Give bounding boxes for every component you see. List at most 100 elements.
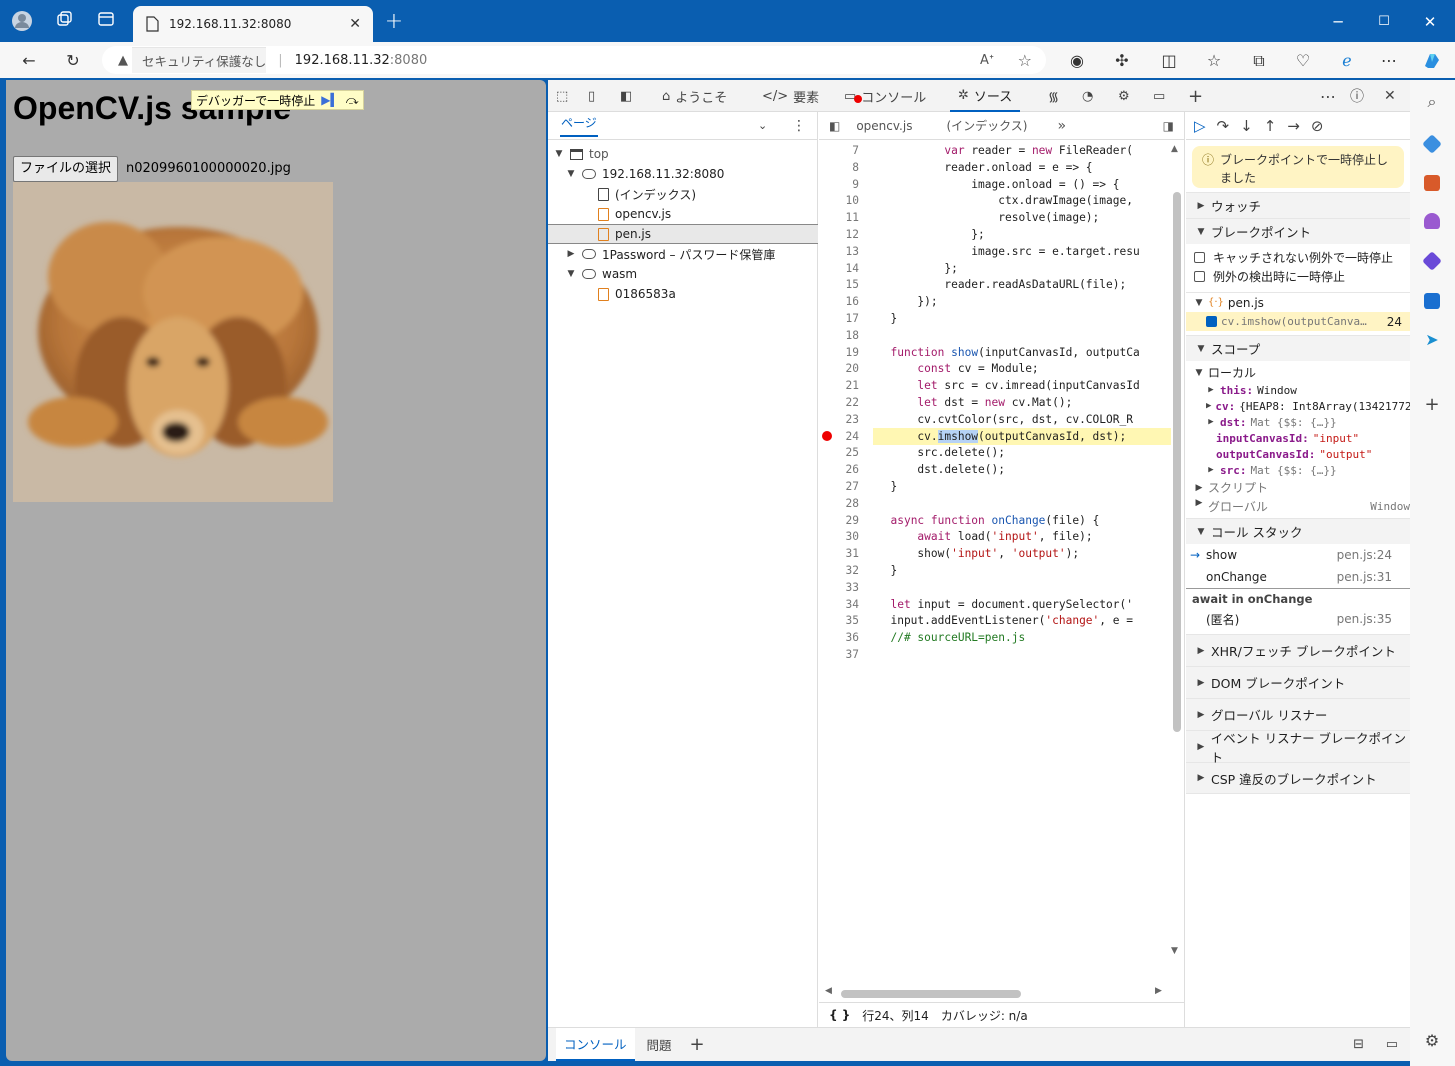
settings-gear-icon[interactable]: ⚙ [1118, 80, 1130, 112]
section-event-listener-breakpoints[interactable]: ▶ イベント リスナー ブレークポイント [1186, 730, 1410, 765]
toggle-debugger-icon[interactable]: ◨ [1163, 119, 1174, 133]
scope-var-output[interactable]: outputCanvasId: "output" [1186, 446, 1410, 462]
line-number[interactable]: 35 [819, 612, 859, 629]
scope-var-dst[interactable]: ▶ dst: Mat {$$: {…}} [1186, 414, 1410, 430]
inspect-element-icon[interactable]: ⬚ [556, 80, 568, 112]
navigator-more-icon[interactable]: ⋮ [792, 118, 806, 134]
close-devtools-icon[interactable]: ✕ [1384, 80, 1396, 112]
tab-welcome[interactable]: ⌂ ようこそ [662, 80, 727, 112]
breakpoint-entry[interactable]: cv.imshow(outputCanva… 24 [1186, 312, 1410, 331]
copilot-icon[interactable] [1421, 50, 1443, 72]
uncaught-checkbox[interactable] [1194, 252, 1205, 263]
new-tab-icon[interactable]: + [382, 10, 406, 34]
line-number[interactable]: 11 [819, 209, 859, 226]
profile-avatar-icon[interactable] [10, 10, 34, 34]
section-csp-breakpoints[interactable]: ▶ CSP 違反のブレークポイント [1186, 762, 1410, 794]
line-number[interactable]: 8 [819, 159, 859, 176]
browser-essentials-icon[interactable]: ♡ [1292, 50, 1314, 72]
line-number[interactable]: 18 [819, 327, 859, 344]
line-number[interactable]: 16 [819, 293, 859, 310]
caught-checkbox[interactable] [1194, 271, 1205, 282]
line-number[interactable]: 25 [819, 444, 859, 461]
dock-side-icon[interactable]: ◧ [620, 80, 632, 112]
editor-tab-opencv[interactable]: opencv.js [856, 119, 912, 133]
scroll-up-icon[interactable]: ▲ [1171, 144, 1178, 154]
devtools-more-icon[interactable]: ⋯ [1320, 80, 1336, 112]
scope-local[interactable]: ▼ ローカル [1186, 363, 1410, 382]
breakpoint-file[interactable]: ▼ {·} pen.js [1186, 292, 1410, 312]
section-breakpoints[interactable]: ▼ ブレークポイント [1186, 218, 1410, 244]
breakpoint-checkbox[interactable] [1206, 316, 1217, 327]
section-dom-breakpoints[interactable]: ▶ DOM ブレークポイント [1186, 666, 1410, 698]
pretty-print-icon[interactable]: { } [829, 1008, 850, 1022]
scope-global[interactable]: ▶ グローバル Window [1186, 497, 1410, 516]
line-number[interactable]: 17 [819, 310, 859, 327]
file-select-button[interactable]: ファイルの選択 [13, 156, 119, 182]
add-sidebar-app-icon[interactable]: + [1422, 394, 1442, 415]
line-number[interactable]: 33 [819, 579, 859, 596]
line-number[interactable]: 31 [819, 545, 859, 562]
drawer-tab-console[interactable]: コンソール [556, 1028, 635, 1061]
browser-tab[interactable]: 192.168.11.32:8080 ✕ [133, 6, 373, 42]
extensions-icon[interactable]: ✣ [1111, 50, 1133, 72]
tree-item-pen[interactable]: pen.js [548, 224, 818, 244]
line-number[interactable]: 24 [819, 428, 859, 445]
line-number[interactable]: 21 [819, 377, 859, 394]
tree-item-host[interactable]: ▼ 192.168.11.32:8080 [548, 164, 818, 184]
scroll-down-icon[interactable]: ▼ [1171, 946, 1178, 956]
line-number[interactable]: 14 [819, 260, 859, 277]
send-icon[interactable]: ➤ [1422, 330, 1442, 350]
toggle-drawer-icon[interactable]: ▭ [1386, 1037, 1398, 1052]
tab-elements[interactable]: </> 要素 [762, 80, 819, 112]
line-number[interactable]: 28 [819, 495, 859, 512]
application-icon[interactable]: ▭ [1153, 80, 1165, 112]
line-number[interactable]: 12 [819, 226, 859, 243]
more-tabs-icon[interactable]: » [1057, 118, 1066, 134]
callstack-frame-anonymous[interactable]: (匿名) pen.js:35 [1186, 608, 1410, 630]
resume-script-icon[interactable]: ▷ [1194, 117, 1206, 135]
workspaces-icon[interactable] [52, 10, 76, 34]
line-number[interactable]: 32 [819, 562, 859, 579]
dock-drawer-icon[interactable]: ⊟ [1353, 1037, 1364, 1052]
refresh-icon[interactable]: ↻ [62, 50, 84, 72]
line-number[interactable]: 9 [819, 176, 859, 193]
step-out-icon[interactable]: ↑ [1264, 117, 1277, 135]
line-number[interactable]: 26 [819, 461, 859, 478]
step-into-icon[interactable]: ↓ [1240, 117, 1253, 135]
pause-uncaught-option[interactable]: キャッチされない例外で一時停止 [1186, 248, 1410, 267]
scope-var-input[interactable]: inputCanvasId: "input" [1186, 430, 1410, 446]
section-global-listeners[interactable]: ▶ グローバル リスナー [1186, 698, 1410, 730]
favorites-icon[interactable]: ☆ [1203, 50, 1225, 72]
add-drawer-tab-icon[interactable]: + [690, 1034, 705, 1055]
maximize-icon[interactable]: ☐ [1372, 10, 1396, 34]
tree-item-top[interactable]: ▼ top [548, 144, 818, 164]
scope-var-cv[interactable]: ▶ cv: {HEAP8: Int8Array(13421772 [1186, 398, 1410, 414]
games-icon[interactable] [1424, 213, 1440, 229]
line-number[interactable]: 34 [819, 596, 859, 613]
scope-var-src[interactable]: ▶ src: Mat {$$: {…}} [1186, 462, 1410, 478]
step-icon[interactable]: → [1287, 117, 1300, 135]
edge-icon[interactable]: ℯ [1336, 50, 1358, 72]
performance-icon[interactable]: ◔ [1082, 80, 1093, 112]
search-icon[interactable]: ⌕ [1422, 92, 1442, 112]
tree-item-wasm-file[interactable]: 0186583a [548, 284, 818, 304]
security-label[interactable]: セキュリティ保護なし [132, 47, 267, 73]
drawer-tab-issues[interactable]: 問題 [647, 1035, 672, 1054]
tab-actions-icon[interactable] [94, 10, 118, 34]
network-icon[interactable]: ᯾ [1048, 80, 1059, 112]
copilot-shield-icon[interactable]: ◉ [1066, 50, 1088, 72]
editor-tab-index[interactable]: (インデックス) [946, 117, 1027, 134]
scope-script[interactable]: ▶ スクリプト [1186, 478, 1410, 497]
back-icon[interactable]: ← [18, 50, 40, 72]
line-number[interactable]: 30 [819, 528, 859, 545]
collections-icon[interactable]: ⧉ [1248, 50, 1270, 72]
line-number[interactable]: 20 [819, 360, 859, 377]
section-watch[interactable]: ▶ ウォッチ [1186, 192, 1410, 218]
scroll-left-icon[interactable]: ◀ [825, 986, 832, 996]
close-window-icon[interactable]: ✕ [1418, 10, 1442, 34]
horizontal-scrollbar[interactable] [841, 990, 1021, 998]
step-over-icon[interactable]: ⤼ [346, 93, 359, 108]
tree-item-wasm[interactable]: ▼ wasm [548, 264, 818, 284]
scroll-right-icon[interactable]: ▶ [1155, 986, 1162, 996]
scope-var-this[interactable]: ▶ this: Window [1186, 382, 1410, 398]
